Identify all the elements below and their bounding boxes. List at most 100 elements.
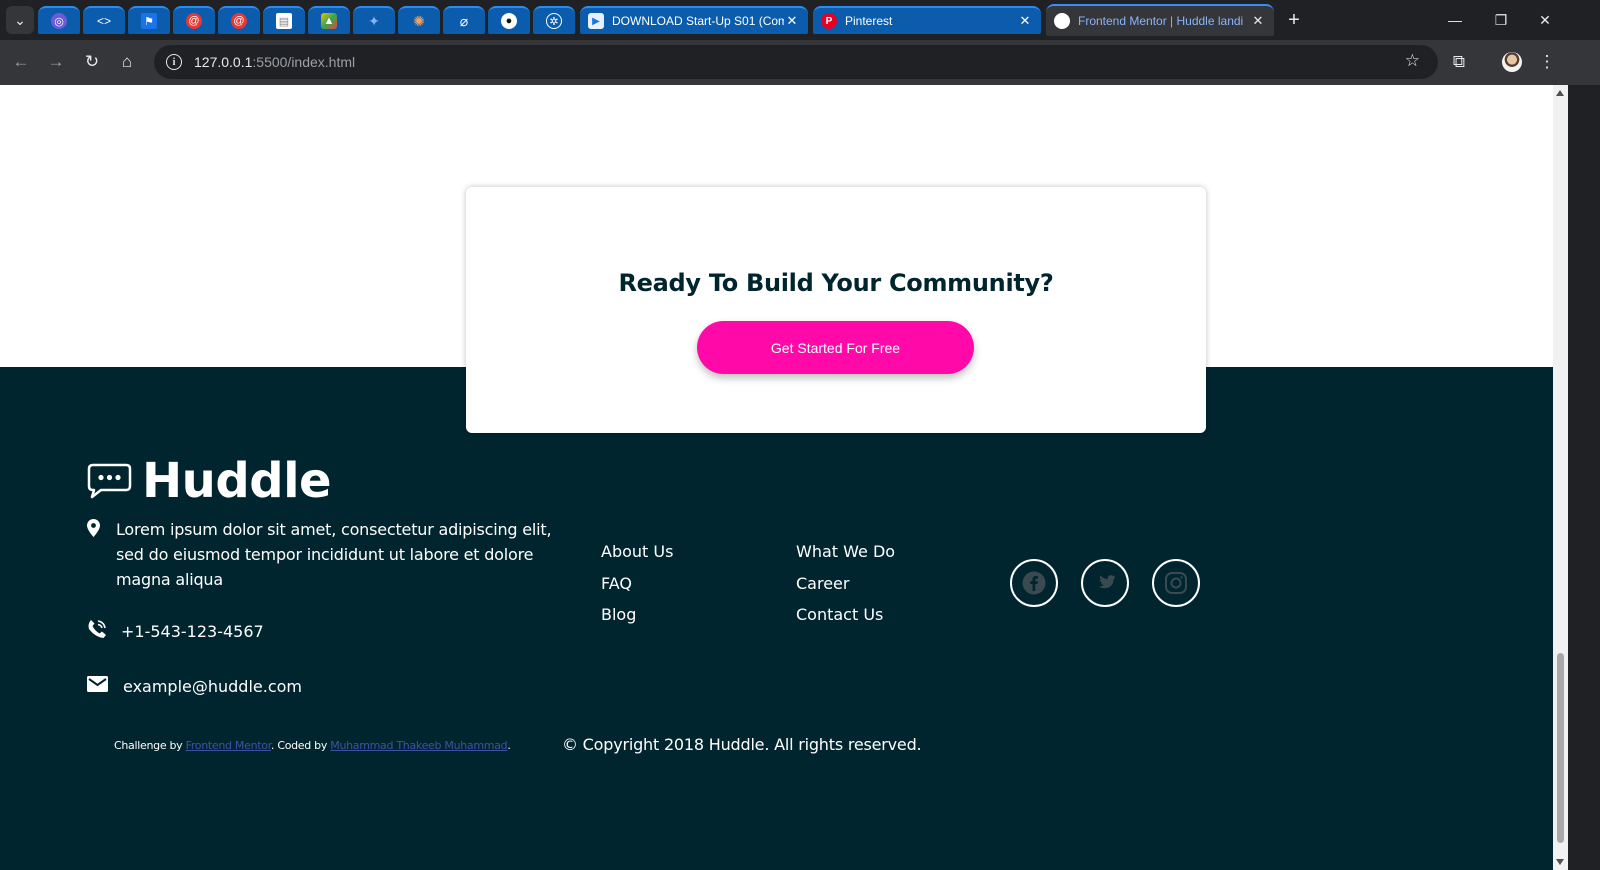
- link-blog[interactable]: Blog: [601, 605, 673, 625]
- location-pin-icon: [87, 517, 100, 592]
- author-link[interactable]: Muhammad Thakeeb Muhammad: [330, 739, 507, 752]
- github-icon: ●: [501, 13, 517, 29]
- chevron-down-icon: ⌄: [14, 11, 26, 28]
- reload-button[interactable]: ↻: [78, 48, 106, 76]
- brand-name: Huddle: [142, 453, 332, 509]
- minimize-button[interactable]: —: [1432, 0, 1478, 40]
- pinned-tab-4[interactable]: @: [173, 6, 215, 34]
- cta-title: Ready To Build Your Community?: [618, 269, 1054, 297]
- facebook-link[interactable]: [1010, 559, 1058, 607]
- link-career[interactable]: Career: [796, 574, 895, 594]
- address-row: Lorem ipsum dolor sit amet, consectetur …: [87, 517, 567, 592]
- arrow-right-icon: →: [47, 52, 65, 71]
- footer-links-col2: What We Do Career Contact Us: [796, 542, 895, 637]
- white-document-icon: ▤: [276, 13, 292, 29]
- phone-icon: [87, 619, 121, 644]
- twitter-link[interactable]: [1081, 559, 1129, 607]
- home-button[interactable]: ⌂: [113, 48, 141, 76]
- plus-icon: +: [1288, 8, 1300, 31]
- pinned-tab-7[interactable]: ▲: [308, 6, 350, 34]
- reload-icon: ↻: [84, 52, 100, 71]
- url-path: :5500/index.html: [252, 54, 356, 70]
- cta-card: Ready To Build Your Community? Get Start…: [466, 187, 1206, 433]
- red-swirl-icon: @: [231, 13, 247, 29]
- close-tab-icon[interactable]: ✕: [784, 13, 800, 29]
- twitter-icon: [1098, 574, 1116, 588]
- new-tab-button[interactable]: +: [1281, 7, 1307, 33]
- pinned-tab-11[interactable]: ●: [488, 6, 530, 34]
- link-faq[interactable]: FAQ: [601, 574, 673, 594]
- footer-links-col1: About Us FAQ Blog: [601, 542, 673, 637]
- instagram-icon: [1165, 572, 1187, 594]
- arrow-left-icon: ←: [12, 52, 30, 71]
- footer: Huddle Lorem ipsum dolor sit amet, conse…: [0, 367, 1553, 870]
- facebook-icon: [1022, 571, 1046, 595]
- pinned-tab-9[interactable]: ✺: [398, 6, 440, 34]
- scrollbar-thumb[interactable]: [1557, 653, 1564, 843]
- chat-bubble-icon: [87, 463, 132, 499]
- profile-avatar[interactable]: [1502, 52, 1522, 72]
- pinned-tab-3[interactable]: ⚑: [128, 6, 170, 34]
- pinned-tab-5[interactable]: @: [218, 6, 260, 34]
- footer-logo: Huddle: [87, 453, 332, 509]
- back-button[interactable]: ←: [7, 48, 35, 76]
- slashed-circle-icon: ⌀: [459, 12, 469, 29]
- frontend-mentor-icon: [1054, 13, 1070, 29]
- browser-toolbar: ← → ↻ ⌂ i 127.0.0.1:5500/index.html ☆ ⧉ …: [0, 40, 1600, 85]
- scroll-down-arrow-icon[interactable]: [1556, 859, 1564, 865]
- tab-strip: ⌄ ◎ <> ⚑ @ @ ▤ ▲ ✦ ✺ ⌀ ● ✲ ▶ DOWNLOAD St…: [0, 0, 1600, 40]
- email-address: example@huddle.com: [123, 677, 303, 696]
- puzzle-icon: ⧉: [1452, 52, 1466, 71]
- attribution: Challenge by Frontend Mentor. Coded by M…: [114, 739, 511, 752]
- page-scrollbar[interactable]: [1553, 85, 1568, 870]
- code-brackets-icon: <>: [96, 14, 111, 28]
- orange-burst-icon: ✺: [413, 12, 425, 29]
- tab-search-button[interactable]: ⌄: [6, 6, 34, 34]
- forward-button[interactable]: →: [42, 48, 70, 76]
- openai-icon: ✲: [546, 13, 562, 29]
- link-about-us[interactable]: About Us: [601, 542, 673, 562]
- red-swirl-icon: @: [186, 13, 202, 29]
- download-site-icon: ▶: [588, 13, 604, 29]
- tab-frontend-mentor[interactable]: Frontend Mentor | Huddle landi ✕: [1046, 4, 1274, 36]
- link-contact-us[interactable]: Contact Us: [796, 605, 895, 625]
- pinterest-icon: P: [821, 13, 837, 29]
- frontend-mentor-link[interactable]: Frontend Mentor: [186, 739, 272, 752]
- phone-number: +1-543-123-4567: [121, 622, 264, 641]
- get-started-button[interactable]: Get Started For Free: [697, 321, 974, 374]
- address-bar[interactable]: i 127.0.0.1:5500/index.html ☆: [154, 45, 1438, 79]
- more-vert-icon: ⋮: [1538, 52, 1556, 71]
- link-what-we-do[interactable]: What We Do: [796, 542, 895, 562]
- site-info-icon[interactable]: i: [166, 54, 182, 70]
- instagram-link[interactable]: [1152, 559, 1200, 607]
- home-icon: ⌂: [121, 52, 133, 71]
- pinned-tab-1[interactable]: ◎: [38, 6, 80, 34]
- minimize-icon: —: [1448, 12, 1462, 28]
- phone-row: +1-543-123-4567: [87, 619, 264, 644]
- pinned-tab-10[interactable]: ⌀: [443, 6, 485, 34]
- email-row: example@huddle.com: [87, 676, 302, 697]
- scroll-up-arrow-icon[interactable]: [1556, 90, 1564, 96]
- pinned-tab-8[interactable]: ✦: [353, 6, 395, 34]
- pinned-tab-12[interactable]: ✲: [533, 6, 575, 34]
- close-window-button[interactable]: ✕: [1522, 0, 1568, 40]
- extensions-button[interactable]: ⧉: [1445, 48, 1473, 76]
- bookmark-star-icon[interactable]: ☆: [1405, 51, 1420, 71]
- close-icon: ✕: [1539, 11, 1551, 28]
- address-text: Lorem ipsum dolor sit amet, consectetur …: [116, 520, 552, 589]
- close-tab-icon[interactable]: ✕: [1017, 13, 1033, 29]
- restore-icon: ❐: [1494, 11, 1508, 28]
- sparkle-icon: ✦: [368, 12, 380, 29]
- menu-button[interactable]: ⋮: [1533, 48, 1561, 76]
- copyright: © Copyright 2018 Huddle. All rights rese…: [562, 735, 922, 754]
- url-host: 127.0.0.1: [194, 54, 253, 70]
- tab-download-startup[interactable]: ▶ DOWNLOAD Start-Up S01 (Com ✕: [580, 6, 808, 34]
- restore-button[interactable]: ❐: [1478, 0, 1524, 40]
- email-icon: [87, 676, 123, 697]
- purple-spiral-icon: ◎: [51, 13, 67, 29]
- colorful-logo-icon: ▲: [321, 13, 337, 29]
- pinned-tab-2[interactable]: <>: [83, 6, 125, 34]
- close-tab-icon[interactable]: ✕: [1250, 13, 1266, 29]
- pinned-tab-6[interactable]: ▤: [263, 6, 305, 34]
- tab-pinterest[interactable]: P Pinterest ✕: [813, 6, 1041, 34]
